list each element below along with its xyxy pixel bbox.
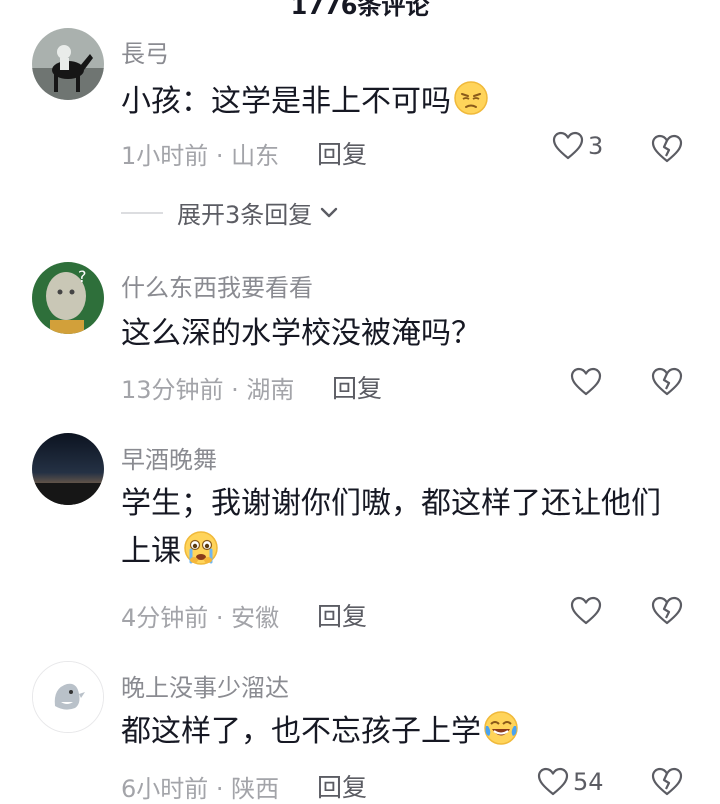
avatar[interactable] [32,28,104,100]
comment-text-content: 这么深的水学校没被淹吗？ [121,316,481,351]
comment-text: 都这样了，也不忘孩子上学 [121,708,681,756]
comment-text-content: 小孩：这学是非上不可吗 [121,84,451,119]
avatar[interactable] [32,661,104,733]
time-location: 13分钟前 · 湖南 [121,376,295,404]
like-button[interactable] [570,367,606,397]
avatar[interactable] [32,433,104,505]
svg-text:?: ? [78,267,87,286]
crying-pleading-face-icon [184,531,218,565]
time-location: 4分钟前 · 安徽 [121,604,280,632]
avatar[interactable]: ? [32,262,104,334]
username[interactable]: 晚上没事少溜达 [121,668,289,703]
dislike-button[interactable] [651,767,683,801]
dislike-button[interactable] [651,134,683,168]
comment-text-content: 都这样了，也不忘孩子上学 [121,714,481,749]
comment-text: 这么深的水学校没被淹吗？ [121,310,681,358]
comment-text: 学生；我谢谢你们嗷，都这样了还让他们上课 [121,480,681,576]
comment-text: 小孩：这学是非上不可吗 [121,78,681,126]
username[interactable]: 長弓 [121,34,169,69]
reply-button[interactable]: 回复 [332,369,382,405]
expand-replies-label: 展开3条回复 [177,201,313,229]
heart-icon [552,131,584,160]
tears-of-joy-face-icon [484,711,518,745]
reply-button[interactable]: 回复 [317,135,367,171]
broken-heart-icon [651,367,683,396]
dislike-button[interactable] [651,596,683,630]
dislike-button[interactable] [651,367,683,401]
frowning-face-icon [454,81,488,115]
broken-heart-icon [651,596,683,625]
like-button[interactable]: 54 [537,767,604,797]
time-location: 1小时前 · 山东 [121,142,280,170]
heart-icon [570,367,602,396]
heart-icon [570,596,602,625]
chevron-down-icon [321,207,338,217]
like-button[interactable] [570,596,606,626]
broken-heart-icon [651,767,683,796]
username[interactable]: 什么东西我要看看 [121,268,313,303]
broken-heart-icon [651,134,683,163]
divider-line [121,211,163,214]
expand-replies-button[interactable]: 展开3条回复 [121,195,340,230]
like-button[interactable]: 3 [552,131,603,161]
username[interactable]: 早酒晚舞 [121,440,217,475]
comment-count-title: 1776条评论 [290,0,430,20]
reply-button[interactable]: 回复 [317,597,367,633]
heart-icon [537,767,569,796]
like-count: 3 [588,132,604,160]
like-count: 54 [573,768,604,796]
